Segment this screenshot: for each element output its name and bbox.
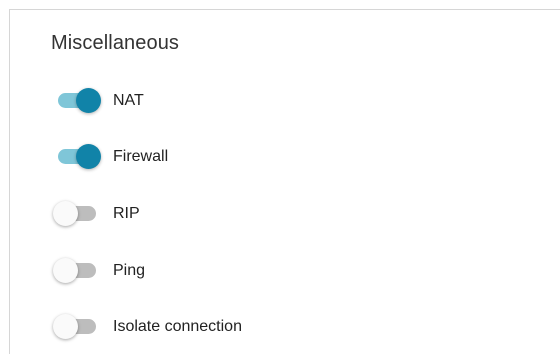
- toggle-knob: [53, 201, 78, 226]
- settings-panel: Miscellaneous NAT Firewall RIP Ping Isol…: [9, 9, 560, 354]
- toggle-row-isolate-connection: Isolate connection: [50, 311, 242, 343]
- firewall-toggle[interactable]: [50, 141, 104, 173]
- rip-label: RIP: [113, 205, 140, 222]
- rip-toggle[interactable]: [50, 198, 104, 230]
- toggle-knob: [53, 314, 78, 339]
- toggle-row-firewall: Firewall: [50, 141, 168, 173]
- firewall-label: Firewall: [113, 148, 169, 165]
- nat-label: NAT: [113, 92, 144, 109]
- ping-label: Ping: [113, 262, 146, 279]
- ping-toggle[interactable]: [50, 255, 104, 287]
- toggle-knob: [76, 144, 101, 169]
- isolate-connection-label: Isolate connection: [113, 318, 242, 335]
- isolate-connection-toggle[interactable]: [50, 311, 104, 343]
- toggle-row-nat: NAT: [50, 85, 144, 117]
- toggle-knob: [53, 258, 78, 283]
- toggle-knob: [76, 88, 101, 113]
- toggle-row-ping: Ping: [50, 255, 145, 287]
- nat-toggle[interactable]: [50, 85, 104, 117]
- toggle-row-rip: RIP: [50, 198, 140, 230]
- section-title: Miscellaneous: [51, 32, 180, 54]
